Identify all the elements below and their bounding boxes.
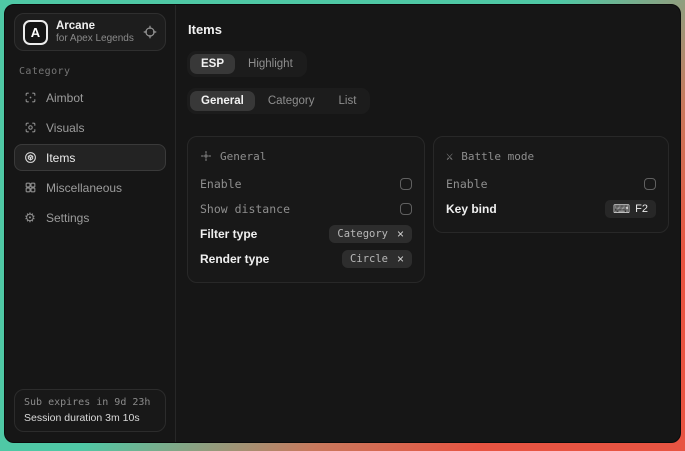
game-background: A Arcane for Apex Legends Category [0,0,685,451]
brand-text: Arcane for Apex Legends [56,20,134,44]
sidebar: A Arcane for Apex Legends Category [5,5,175,442]
session-duration-text: Session duration 3m 10s [24,412,156,424]
setting-label: Enable [200,177,242,191]
enable-checkbox[interactable] [400,178,412,190]
battle-enable-checkbox[interactable] [644,178,656,190]
arcane-cheat-window: A Arcane for Apex Legends Category [4,4,681,443]
panels: General Enable Show distance Filter type… [187,136,669,283]
gear-icon: ⚙ [23,211,37,224]
sidebar-item-aimbot[interactable]: Aimbot [14,84,166,111]
app-name: Arcane [56,20,134,32]
tab-general[interactable]: General [190,91,255,111]
sidebar-item-label: Items [46,151,75,165]
filter-type-select[interactable]: Category × [329,225,412,243]
key-bind-button[interactable]: ⌨ F2 [605,200,656,218]
setting-label: Show distance [200,202,290,216]
sub-expires-text: Sub expires in 9d 23h [24,397,156,408]
items-icon [23,151,37,164]
setting-label: Enable [446,177,488,191]
sidebar-item-settings[interactable]: ⚙ Settings [14,204,166,231]
general-panel: General Enable Show distance Filter type… [187,136,425,283]
close-icon[interactable]: × [397,253,404,265]
battle-mode-panel: ⚔ Battle mode Enable Key bind ⌨ F2 [433,136,669,233]
app-subtitle: for Apex Legends [56,33,134,44]
sidebar-item-label: Miscellaneous [46,181,122,195]
sidebar-item-label: Aimbot [46,91,83,105]
setting-row-enable: Enable [200,171,412,196]
sparkle-icon [200,150,212,162]
setting-row-render-type: Render type Circle × [200,246,412,271]
sidebar-item-miscellaneous[interactable]: Miscellaneous [14,174,166,201]
key-bind-value: F2 [635,203,648,215]
filter-type-value: Category [337,228,388,240]
sidebar-section-label: Category [19,66,161,77]
general-panel-header: General [200,147,412,165]
sidebar-item-label: Visuals [46,121,84,135]
keyboard-icon: ⌨ [613,203,630,215]
tab-category[interactable]: Category [257,91,326,111]
close-icon[interactable]: × [397,228,404,240]
mode-tabs: ESP Highlight [187,51,307,77]
setting-label: Render type [200,252,269,266]
tab-list[interactable]: List [328,91,368,111]
setting-label: Key bind [446,202,497,216]
tab-highlight[interactable]: Highlight [237,54,304,74]
general-panel-title: General [220,150,266,163]
aimbot-icon [23,91,37,104]
crosshair-icon[interactable] [143,25,157,39]
app-logo: A [23,20,48,45]
setting-label: Filter type [200,227,257,241]
grid-icon [23,181,37,194]
visuals-icon [23,121,37,134]
setting-row-key-bind: Key bind ⌨ F2 [446,196,656,221]
render-type-select[interactable]: Circle × [342,250,412,268]
tab-esp[interactable]: ESP [190,54,235,74]
render-type-value: Circle [350,253,388,265]
sidebar-item-label: Settings [46,211,89,225]
subscription-card: Sub expires in 9d 23h Session duration 3… [14,389,166,432]
brand-card: A Arcane for Apex Legends [14,13,166,51]
battle-mode-panel-title: Battle mode [461,150,534,163]
swords-icon: ⚔ [446,150,453,162]
view-tabs: General Category List [187,88,370,114]
setting-row-show-distance: Show distance [200,196,412,221]
setting-row-battle-enable: Enable [446,171,656,196]
main-content: Items ESP Highlight General Category Lis… [176,5,681,442]
battle-mode-panel-header: ⚔ Battle mode [446,147,656,165]
page-title: Items [188,22,669,37]
setting-row-filter-type: Filter type Category × [200,221,412,246]
sidebar-item-visuals[interactable]: Visuals [14,114,166,141]
show-distance-checkbox[interactable] [400,203,412,215]
sidebar-nav: Aimbot Visuals [14,84,166,231]
sidebar-item-items[interactable]: Items [14,144,166,171]
